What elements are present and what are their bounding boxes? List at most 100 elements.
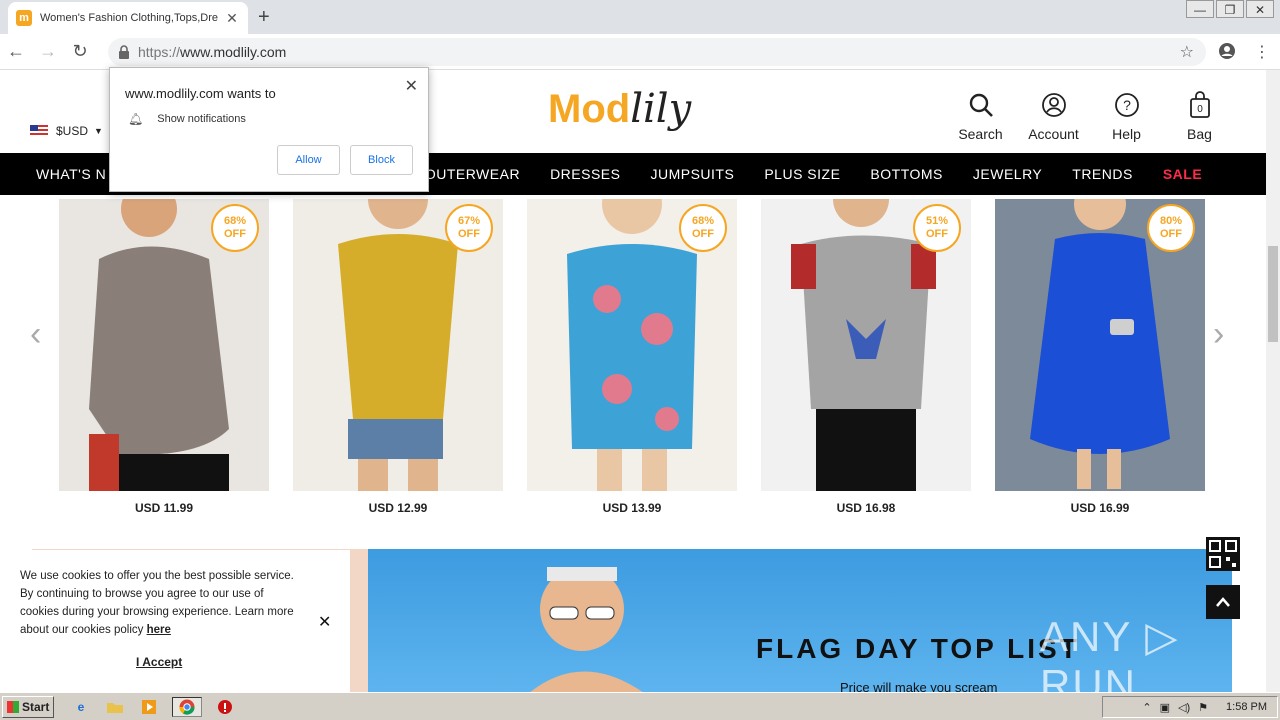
- cookie-notice: We use cookies to offer you the best pos…: [0, 550, 350, 692]
- media-player-icon[interactable]: [138, 697, 160, 717]
- menu-kebab-icon[interactable]: ⋮: [1254, 42, 1270, 65]
- us-flag-icon: [30, 125, 48, 137]
- start-button[interactable]: Start: [2, 696, 54, 718]
- nav-bottoms[interactable]: BOTTOMS: [870, 166, 942, 182]
- product-card[interactable]: 68% OFF USD 13.99: [527, 199, 737, 515]
- clock: 1:58 PM: [1226, 701, 1267, 713]
- header-icons: Search Account ? Help 0 Bag: [944, 90, 1236, 142]
- nav-whats-new[interactable]: WHAT'S N: [36, 166, 106, 182]
- help-icon: ?: [1114, 93, 1139, 117]
- qr-code-icon[interactable]: [1206, 537, 1240, 571]
- product-price: USD 16.98: [836, 501, 896, 515]
- bell-icon: 🔔︎: [128, 112, 144, 126]
- ie-icon[interactable]: e: [70, 697, 92, 717]
- header-search-label: Search: [958, 126, 1003, 142]
- cookie-close-icon[interactable]: ✕: [318, 612, 331, 632]
- site-favicon-icon: m: [16, 10, 32, 26]
- close-tab-icon[interactable]: ✕: [224, 10, 240, 27]
- scrollbar-thumb[interactable]: [1268, 246, 1278, 342]
- profile-icon[interactable]: [1218, 42, 1236, 65]
- logo-lily: lily: [630, 86, 692, 132]
- browser-toolbar: ← → ↻ https:// www.modlily.com ☆ ⋮: [0, 34, 1280, 70]
- window-controls: — ❐ ✕: [1184, 0, 1274, 18]
- tray-expand-icon[interactable]: ⌃: [1142, 701, 1151, 714]
- lock-icon: [118, 45, 132, 59]
- product-image[interactable]: 68% OFF: [527, 199, 737, 491]
- svg-text:?: ?: [1123, 97, 1131, 113]
- block-button[interactable]: Block: [350, 145, 413, 175]
- header-bag-label: Bag: [1187, 126, 1212, 142]
- product-carousel: 68% OFF USD 11.99 67% OFF USD 12.99 68% …: [59, 199, 1205, 515]
- chrome-taskbar-icon[interactable]: [172, 697, 202, 717]
- product-card[interactable]: 67% OFF USD 12.99: [293, 199, 503, 515]
- currency-selector[interactable]: $USD ▼: [30, 124, 103, 138]
- flag-icon[interactable]: ⚑: [1198, 701, 1208, 714]
- header-help-label: Help: [1112, 126, 1141, 142]
- discount-badge: 80% OFF: [1147, 204, 1195, 252]
- chevron-up-icon: [1216, 597, 1230, 607]
- header-bag[interactable]: 0 Bag: [1163, 90, 1236, 142]
- bookmark-star-icon[interactable]: ☆: [1180, 42, 1194, 62]
- product-card[interactable]: 80% OFF USD 16.99: [995, 199, 1205, 515]
- volume-icon[interactable]: ◁): [1178, 701, 1190, 714]
- discount-badge: 67% OFF: [445, 204, 493, 252]
- product-image[interactable]: 51% OFF: [761, 199, 971, 491]
- product-price: USD 16.99: [1070, 501, 1130, 515]
- permission-label: Show notifications: [157, 113, 246, 125]
- notification-permission-popup: www.modlily.com wants to ✕ 🔔︎ Show notif…: [109, 67, 429, 192]
- header-account-label: Account: [1028, 126, 1079, 142]
- discount-badge: 68% OFF: [211, 204, 259, 252]
- product-image[interactable]: 80% OFF: [995, 199, 1205, 491]
- minimize-button[interactable]: —: [1186, 0, 1214, 18]
- accept-cookies-button[interactable]: I Accept: [136, 655, 182, 669]
- header-search[interactable]: Search: [944, 90, 1017, 142]
- close-icon[interactable]: ✕: [405, 76, 418, 96]
- forward-arrow-icon[interactable]: →: [32, 41, 64, 62]
- url-host: www.modlily.com: [180, 44, 287, 60]
- back-arrow-icon[interactable]: ←: [0, 41, 32, 62]
- browser-tab[interactable]: m Women's Fashion Clothing,Tops,Dre ✕: [8, 2, 248, 34]
- cookie-policy-link[interactable]: here: [147, 624, 171, 636]
- carousel-next-icon[interactable]: ›: [1213, 315, 1224, 354]
- stop-icon[interactable]: [214, 697, 236, 717]
- banner-subtitle: Price will make you scream: [840, 680, 998, 692]
- discount-badge: 51% OFF: [913, 204, 961, 252]
- system-tray: ⌃ ▣ ◁) ⚑ 1:58 PM: [1102, 696, 1278, 718]
- nav-dresses[interactable]: DRESSES: [550, 166, 620, 182]
- start-label: Start: [22, 700, 50, 714]
- nav-jumpsuits[interactable]: JUMPSUITS: [650, 166, 734, 182]
- reload-icon[interactable]: ↻: [64, 41, 96, 62]
- nav-sale[interactable]: SALE: [1163, 166, 1202, 182]
- permission-row: 🔔︎ Show notifications: [128, 112, 246, 126]
- header-help[interactable]: ? Help: [1090, 90, 1163, 142]
- nav-jewelry[interactable]: JEWELRY: [973, 166, 1042, 182]
- vertical-scrollbar[interactable]: [1266, 70, 1280, 692]
- discount-badge: 68% OFF: [679, 204, 727, 252]
- logo-mod: Mod: [548, 87, 631, 131]
- network-icon[interactable]: ▣: [1160, 701, 1170, 714]
- browser-tab-bar: m Women's Fashion Clothing,Tops,Dre ✕ + …: [0, 0, 1280, 34]
- product-price: USD 11.99: [134, 501, 194, 515]
- banner-model-photo: [530, 567, 643, 692]
- allow-button[interactable]: Allow: [277, 145, 340, 175]
- new-tab-button[interactable]: +: [258, 6, 270, 29]
- product-price: USD 13.99: [602, 501, 662, 515]
- close-window-button[interactable]: ✕: [1246, 0, 1274, 18]
- product-card[interactable]: 68% OFF USD 11.99: [59, 199, 269, 515]
- header-account[interactable]: Account: [1017, 90, 1090, 142]
- nav-trends[interactable]: TRENDS: [1072, 166, 1133, 182]
- bag-icon: 0: [1189, 91, 1210, 118]
- banner-title: FLAG DAY TOP LIST: [756, 633, 1080, 664]
- product-image[interactable]: 68% OFF: [59, 199, 269, 491]
- account-icon: [1041, 93, 1066, 117]
- product-card[interactable]: 51% OFF USD 16.98: [761, 199, 971, 515]
- address-bar[interactable]: https:// www.modlily.com ☆: [108, 38, 1206, 66]
- folder-icon[interactable]: [104, 697, 126, 717]
- currency-label: $USD: [56, 124, 89, 138]
- nav-plus-size[interactable]: PLUS SIZE: [764, 166, 840, 182]
- maximize-button[interactable]: ❐: [1216, 0, 1244, 18]
- product-image[interactable]: 67% OFF: [293, 199, 503, 491]
- nav-outerwear[interactable]: OUTERWEAR: [425, 166, 520, 182]
- carousel-prev-icon[interactable]: ‹: [30, 315, 41, 354]
- site-logo[interactable]: Modlily: [548, 86, 691, 132]
